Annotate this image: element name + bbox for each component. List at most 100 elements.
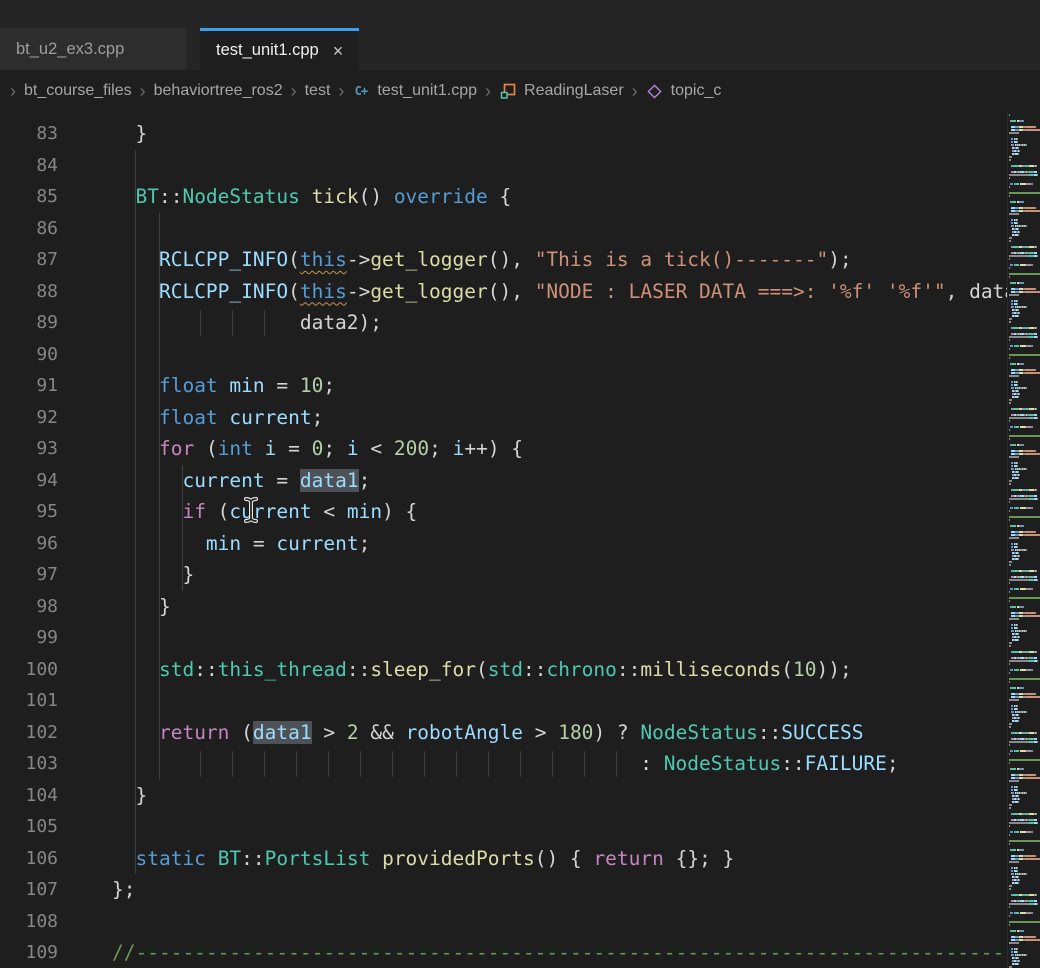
code-line[interactable]: 108 xyxy=(0,906,1040,938)
line-number[interactable]: 88 xyxy=(0,276,88,308)
line-number[interactable]: 89 xyxy=(0,307,88,339)
code-line[interactable]: 83 } xyxy=(0,118,1040,150)
line-number[interactable]: 101 xyxy=(0,685,88,717)
line-number[interactable]: 102 xyxy=(0,717,88,749)
code-line[interactable]: 92 float current; xyxy=(0,402,1040,434)
line-number[interactable]: 100 xyxy=(0,654,88,686)
breadcrumb-item-topic[interactable]: topic_c xyxy=(671,82,722,100)
code-line[interactable]: 104 } xyxy=(0,780,1040,812)
code-text: //--------------------------------------… xyxy=(88,937,1040,968)
code-text: }; xyxy=(88,874,1040,906)
code-line[interactable]: 107}; xyxy=(0,874,1040,906)
code-line[interactable]: 93 for (int i = 0; i < 200; i++) { xyxy=(0,433,1040,465)
chevron-right-icon: › xyxy=(338,81,344,102)
line-number[interactable]: 90 xyxy=(0,339,88,371)
code-line[interactable]: 91 float min = 10; xyxy=(0,370,1040,402)
code-text: RCLCPP_INFO(this->get_logger(), "NODE : … xyxy=(88,276,1040,308)
breadcrumb: › bt_course_files › behaviortree_ros2 › … xyxy=(0,70,1040,112)
code-text xyxy=(88,906,1040,938)
code-line[interactable]: 85 BT::NodeStatus tick() override { xyxy=(0,181,1040,213)
code-text: data2); xyxy=(88,307,1040,339)
code-line[interactable]: 88 RCLCPP_INFO(this->get_logger(), "NODE… xyxy=(0,276,1040,308)
code-line[interactable]: 86 xyxy=(0,213,1040,245)
code-text: float min = 10; xyxy=(88,370,1040,402)
code-text xyxy=(88,622,1040,654)
code-text: if (current < min) { xyxy=(88,496,1040,528)
breadcrumb-item-bt_course_files[interactable]: bt_course_files xyxy=(24,82,132,100)
code-line[interactable]: 102 return (data1 > 2 && robotAngle > 18… xyxy=(0,717,1040,749)
code-line[interactable]: 84 xyxy=(0,150,1040,182)
line-number[interactable]: 98 xyxy=(0,591,88,623)
method-symbol-icon xyxy=(646,83,663,100)
code-line[interactable]: 98 } xyxy=(0,591,1040,623)
code-text: RCLCPP_INFO(this->get_logger(), "This is… xyxy=(88,244,1040,276)
close-icon[interactable]: × xyxy=(333,42,344,60)
code-line[interactable]: 101 xyxy=(0,685,1040,717)
code-line[interactable]: 89 data2); xyxy=(0,307,1040,339)
code-line[interactable]: 97 } xyxy=(0,559,1040,591)
line-number[interactable]: 106 xyxy=(0,843,88,875)
code-line[interactable]: 99 xyxy=(0,622,1040,654)
code-text: for (int i = 0; i < 200; i++) { xyxy=(88,433,1040,465)
line-number[interactable]: 91 xyxy=(0,370,88,402)
line-number[interactable]: 107 xyxy=(0,874,88,906)
code-line[interactable]: 103 : NodeStatus::FAILURE; xyxy=(0,748,1040,780)
tab-test_unit1-cpp[interactable]: test_unit1.cpp × xyxy=(200,28,359,70)
line-number[interactable]: 83 xyxy=(0,118,88,150)
code-editor[interactable]: 83 }8485 BT::NodeStatus tick() override … xyxy=(0,112,1040,968)
code-text xyxy=(88,685,1040,717)
code-line[interactable]: 95 if (current < min) { xyxy=(0,496,1040,528)
class-symbol-icon xyxy=(499,83,516,100)
tab-bar: bt_u2_ex3.cpp test_unit1.cpp × xyxy=(0,0,1040,70)
code-text xyxy=(88,150,1040,182)
code-line[interactable]: 106 static BT::PortsList providedPorts()… xyxy=(0,843,1040,875)
line-number[interactable]: 108 xyxy=(0,906,88,938)
line-number[interactable]: 103 xyxy=(0,748,88,780)
code-text: return (data1 > 2 && robotAngle > 180) ?… xyxy=(88,717,1040,749)
line-number[interactable]: 84 xyxy=(0,150,88,182)
line-number[interactable]: 99 xyxy=(0,622,88,654)
code-text: : NodeStatus::FAILURE; xyxy=(88,748,1040,780)
breadcrumb-item-behaviortree_ros2[interactable]: behaviortree_ros2 xyxy=(154,82,283,100)
code-text: BT::NodeStatus tick() override { xyxy=(88,181,1040,213)
code-line[interactable]: 87 RCLCPP_INFO(this->get_logger(), "This… xyxy=(0,244,1040,276)
code-line[interactable]: 96 min = current; xyxy=(0,528,1040,560)
code-line[interactable]: 105 xyxy=(0,811,1040,843)
chevron-right-icon: › xyxy=(140,81,146,102)
line-number[interactable]: 97 xyxy=(0,559,88,591)
line-number[interactable]: 85 xyxy=(0,181,88,213)
chevron-right-icon: › xyxy=(485,81,491,102)
code-text: } xyxy=(88,118,1040,150)
minimap[interactable] xyxy=(1007,112,1040,968)
line-number[interactable]: 96 xyxy=(0,528,88,560)
line-number[interactable]: 105 xyxy=(0,811,88,843)
chevron-right-icon: › xyxy=(10,81,16,102)
line-number[interactable]: 86 xyxy=(0,213,88,245)
code-line[interactable]: 90 xyxy=(0,339,1040,371)
chevron-right-icon: › xyxy=(632,81,638,102)
line-number[interactable]: 93 xyxy=(0,433,88,465)
tab-label: bt_u2_ex3.cpp xyxy=(16,40,124,59)
code-line[interactable]: 100 std::this_thread::sleep_for(std::chr… xyxy=(0,654,1040,686)
code-text: min = current; xyxy=(88,528,1040,560)
code-text: } xyxy=(88,780,1040,812)
code-text: std::this_thread::sleep_for(std::chrono:… xyxy=(88,654,1040,686)
breadcrumb-item-ReadingLaser[interactable]: ReadingLaser xyxy=(524,82,624,100)
line-number[interactable]: 87 xyxy=(0,244,88,276)
breadcrumb-item-test_unit1-cpp[interactable]: test_unit1.cpp xyxy=(377,82,477,100)
line-number[interactable]: 95 xyxy=(0,496,88,528)
line-number[interactable]: 94 xyxy=(0,465,88,497)
code-text: current = data1; xyxy=(88,465,1040,497)
code-text xyxy=(88,339,1040,371)
code-text xyxy=(88,811,1040,843)
tab-bt_u2_ex3-cpp[interactable]: bt_u2_ex3.cpp xyxy=(0,28,186,70)
code-line[interactable]: 109//-----------------------------------… xyxy=(0,937,1040,968)
code-text: float current; xyxy=(88,402,1040,434)
code-area: 83 }8485 BT::NodeStatus tick() override … xyxy=(0,112,1040,968)
code-line[interactable]: 94 current = data1; xyxy=(0,465,1040,497)
line-number[interactable]: 104 xyxy=(0,780,88,812)
line-number[interactable]: 109 xyxy=(0,937,88,968)
breadcrumb-item-test[interactable]: test xyxy=(305,82,331,100)
code-text xyxy=(88,213,1040,245)
line-number[interactable]: 92 xyxy=(0,402,88,434)
